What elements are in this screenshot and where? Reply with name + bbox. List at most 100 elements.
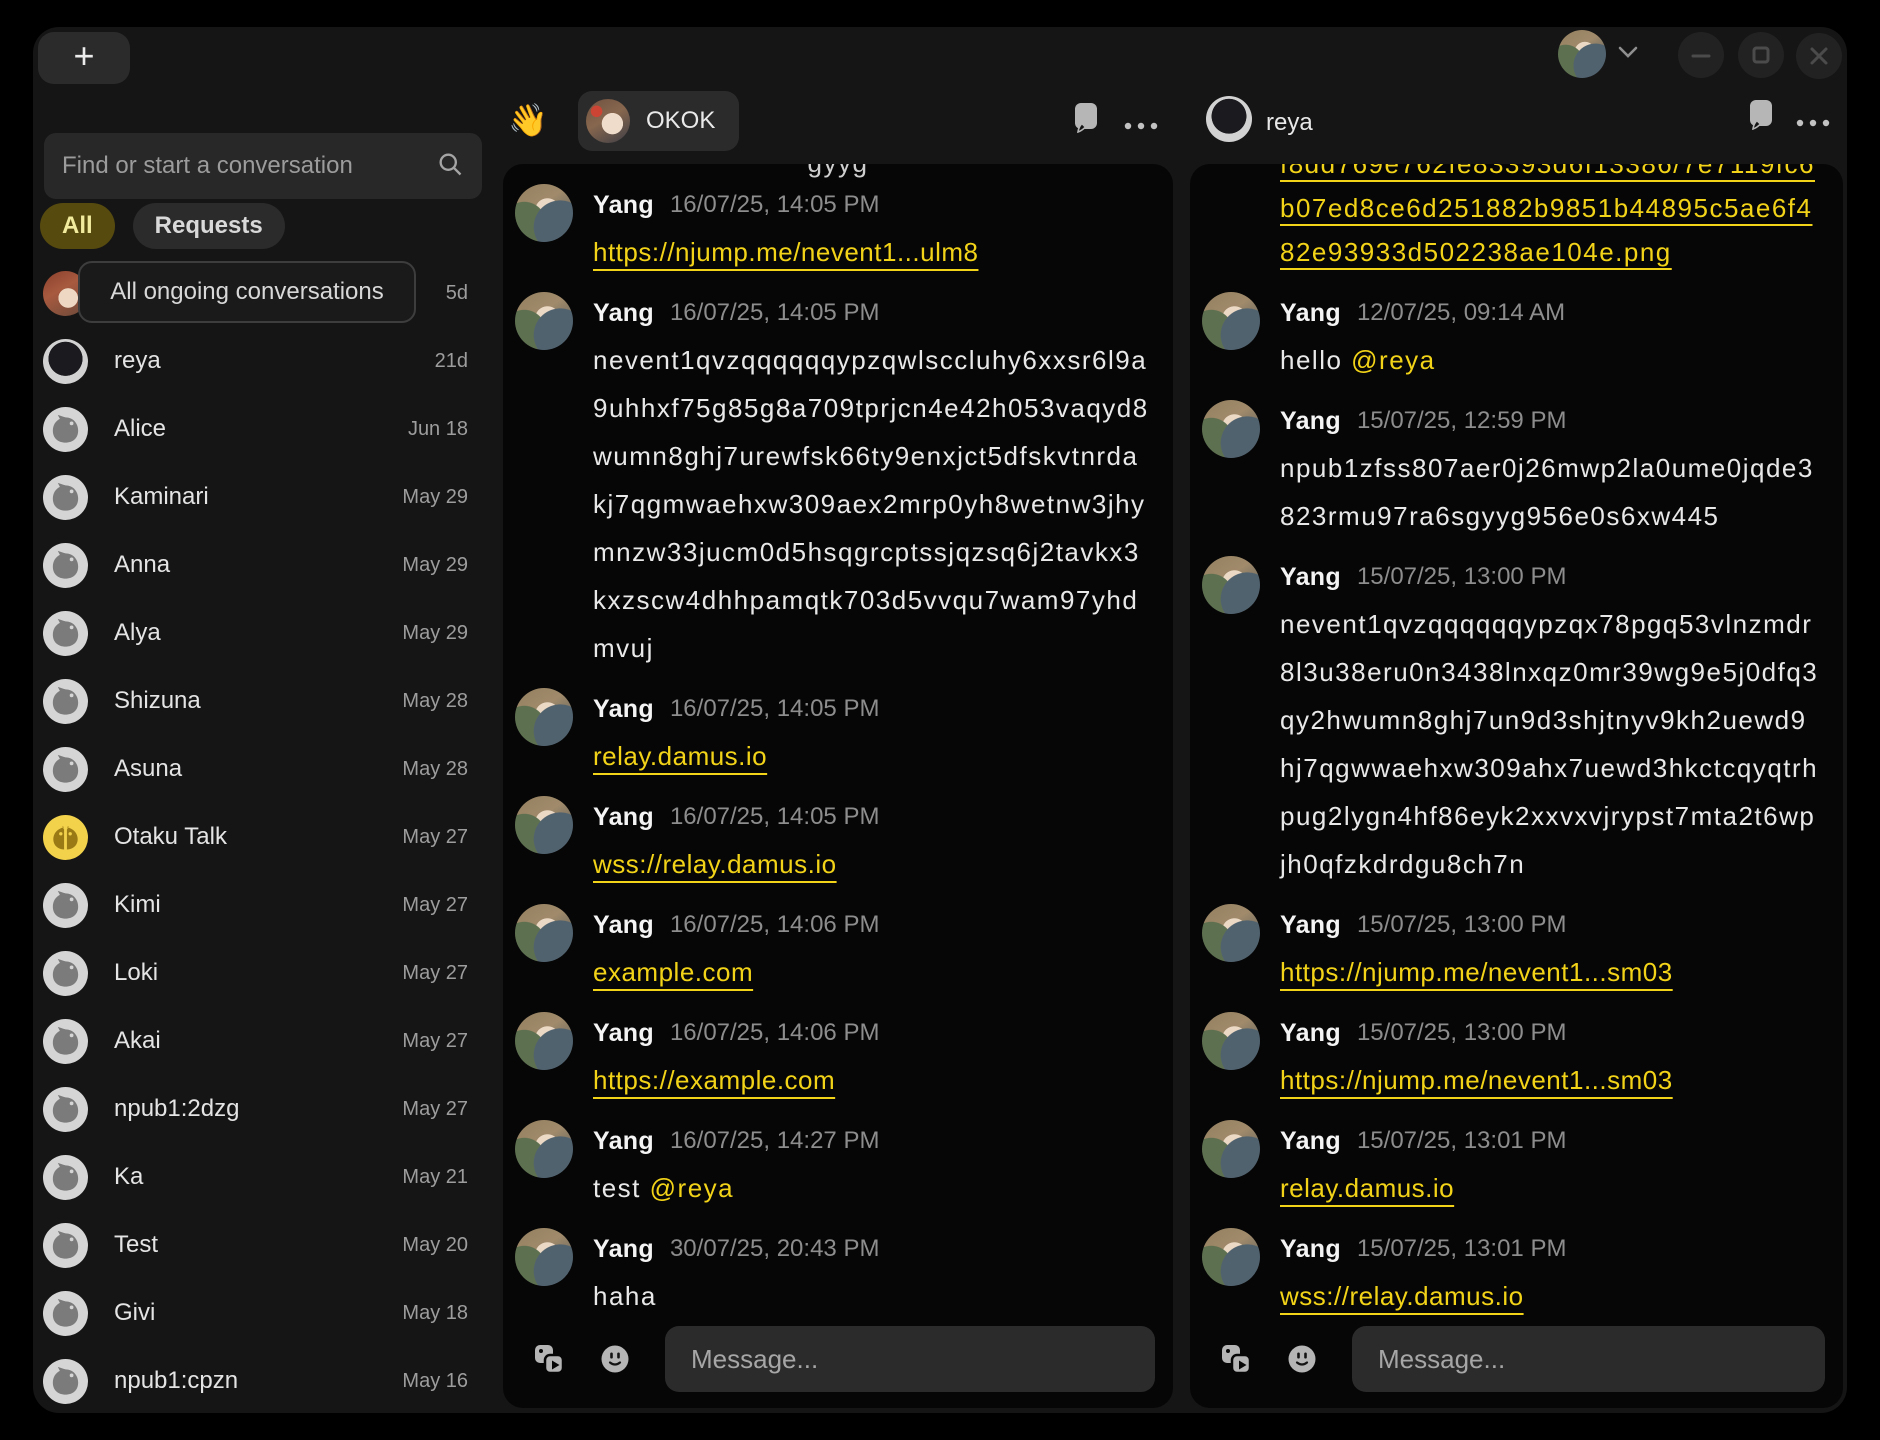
message: Yang 16/07/25, 14:06 PM https://example.… <box>515 1010 1149 1104</box>
tab-requests[interactable]: Requests <box>133 203 285 249</box>
message: Yang 30/07/25, 20:43 PM haha <box>515 1226 1149 1320</box>
message-body: https://njump.me/nevent1...sm03 <box>1280 948 1819 996</box>
message-avatar[interactable] <box>1202 1228 1260 1286</box>
mention[interactable]: @reya <box>650 1173 734 1203</box>
emoji-button[interactable] <box>1280 1337 1324 1381</box>
minimize-button[interactable] <box>1678 32 1724 78</box>
conversation-item[interactable]: Loki May 27 <box>33 939 503 1007</box>
conversation-item[interactable]: Givi May 18 <box>33 1279 503 1347</box>
chat-right-title[interactable]: reya <box>1266 109 1313 137</box>
conversation-date: May 27 <box>402 1098 468 1121</box>
message-link[interactable]: wss://relay.damus.io <box>593 849 837 879</box>
message-avatar[interactable] <box>515 292 573 350</box>
conversation-item[interactable]: Otaku Talk May 27 <box>33 803 503 871</box>
message-text: haha <box>593 1281 657 1311</box>
message-link[interactable]: https://njump.me/nevent1...sm03 <box>1280 957 1673 987</box>
attach-media-button[interactable] <box>1214 1337 1258 1381</box>
message: Yang 16/07/25, 14:27 PM test @reya <box>515 1118 1149 1212</box>
message-body: nevent1qvzqqqqqqypzqwlsccluhy6xxsr6l9a9u… <box>593 336 1149 672</box>
chat-left-title-pill[interactable]: OKOK <box>578 91 739 151</box>
message-avatar[interactable] <box>515 1012 573 1070</box>
avatar <box>43 1087 88 1132</box>
message-input[interactable] <box>665 1326 1155 1392</box>
group-avatar-icon <box>43 815 88 860</box>
conversation-date: 21d <box>435 350 468 373</box>
conversation-item[interactable]: Akai May 27 <box>33 1007 503 1075</box>
conversation-item[interactable]: Kimi May 27 <box>33 871 503 939</box>
message-avatar[interactable] <box>1202 1120 1260 1178</box>
message-avatar[interactable] <box>515 688 573 746</box>
more-options-icon[interactable] <box>1123 119 1159 134</box>
message-timestamp: 15/07/25, 13:01 PM <box>1357 1235 1566 1263</box>
conversation-item[interactable]: Shizuna May 28 <box>33 667 503 735</box>
account-avatar[interactable] <box>1558 30 1606 78</box>
conversation-item[interactable]: Alya May 29 <box>33 599 503 667</box>
account-menu[interactable] <box>1558 30 1668 78</box>
note-icon[interactable] <box>1748 98 1774 133</box>
message-link[interactable]: relay.damus.io <box>1280 1173 1454 1203</box>
message-avatar[interactable] <box>1202 904 1260 962</box>
avatar <box>43 407 88 452</box>
mention[interactable]: @reya <box>1351 345 1435 375</box>
conversation-name: Kaminari <box>114 483 209 511</box>
new-conversation-button[interactable]: + <box>38 32 130 84</box>
conversation-item[interactable]: npub1:cpzn May 16 <box>33 1347 503 1413</box>
avatar <box>43 339 88 384</box>
message-avatar[interactable] <box>515 184 573 242</box>
close-button[interactable] <box>1796 33 1842 79</box>
message-author: Yang <box>1280 563 1341 592</box>
message-link[interactable]: https://example.com <box>593 1065 835 1095</box>
conversation-item[interactable]: reya 21d <box>33 327 503 395</box>
note-icon[interactable] <box>1073 101 1099 136</box>
message-avatar[interactable] <box>515 1120 573 1178</box>
conversation-name: reya <box>114 347 161 375</box>
message: Yang 16/07/25, 14:05 PM https://njump.me… <box>515 182 1149 276</box>
attach-media-button[interactable] <box>527 1337 571 1381</box>
chevron-down-icon[interactable] <box>1618 45 1638 63</box>
conversation-item[interactable]: Anna May 29 <box>33 531 503 599</box>
message-author: Yang <box>593 803 654 832</box>
chat-left-panel: gyyg Yang 16/07/25, 14:05 PM https://nju… <box>503 164 1173 1408</box>
avatar <box>43 679 88 724</box>
search-input[interactable] <box>62 152 436 180</box>
message-timestamp: 15/07/25, 13:00 PM <box>1357 1019 1566 1047</box>
message-link[interactable]: https://njump.me/nevent1...sm03 <box>1280 1065 1673 1095</box>
message-link[interactable]: https://njump.me/nevent1...ulm8 <box>593 237 978 267</box>
maximize-button[interactable] <box>1738 32 1784 78</box>
message-avatar[interactable] <box>1202 556 1260 614</box>
message-avatar[interactable] <box>515 904 573 962</box>
message-avatar[interactable] <box>515 796 573 854</box>
conversation-name: Akai <box>114 1027 161 1055</box>
conversation-item[interactable]: Ka May 21 <box>33 1143 503 1211</box>
conversation-item[interactable]: Alice Jun 18 <box>33 395 503 463</box>
emoji-button[interactable] <box>593 1337 637 1381</box>
conversation-date: May 29 <box>402 554 468 577</box>
message-header: Yang 15/07/25, 13:01 PM <box>1280 1226 1819 1272</box>
conversation-name: Alya <box>114 619 161 647</box>
conversation-item[interactable]: Kaminari May 29 <box>33 463 503 531</box>
message-header: Yang 16/07/25, 14:27 PM <box>593 1118 1149 1164</box>
message-avatar[interactable] <box>1202 400 1260 458</box>
conversation-name: npub1:2dzg <box>114 1095 239 1123</box>
message-avatar[interactable] <box>1202 1012 1260 1070</box>
message-avatar[interactable] <box>1202 292 1260 350</box>
chat-right-avatar[interactable] <box>1206 96 1252 142</box>
conversation-item[interactable]: Asuna May 28 <box>33 735 503 803</box>
message-link[interactable]: relay.damus.io <box>593 741 767 771</box>
search-box[interactable] <box>44 133 482 199</box>
message-header: Yang 16/07/25, 14:05 PM <box>593 290 1149 336</box>
conversation-item[interactable]: npub1:2dzg May 27 <box>33 1075 503 1143</box>
message: Yang 15/07/25, 13:00 PM nevent1qvzqqqqqq… <box>1202 554 1819 888</box>
conversation-item[interactable]: Test May 20 <box>33 1211 503 1279</box>
conversation-date: 5d <box>446 282 468 305</box>
message-link[interactable]: example.com <box>593 957 753 987</box>
conversation-name: Asuna <box>114 755 182 783</box>
message-input[interactable] <box>1352 1326 1825 1392</box>
message-text: nevent1qvzqqqqqqypzqwlsccluhy6xxsr6l9a9u… <box>593 345 1149 663</box>
message-link[interactable]: wss://relay.damus.io <box>1280 1281 1524 1311</box>
tab-all[interactable]: All <box>40 203 115 249</box>
message-body: haha <box>593 1272 1149 1320</box>
more-options-icon[interactable] <box>1795 116 1831 131</box>
message-body: https://njump.me/nevent1...ulm8 <box>593 228 1149 276</box>
message-avatar[interactable] <box>515 1228 573 1286</box>
